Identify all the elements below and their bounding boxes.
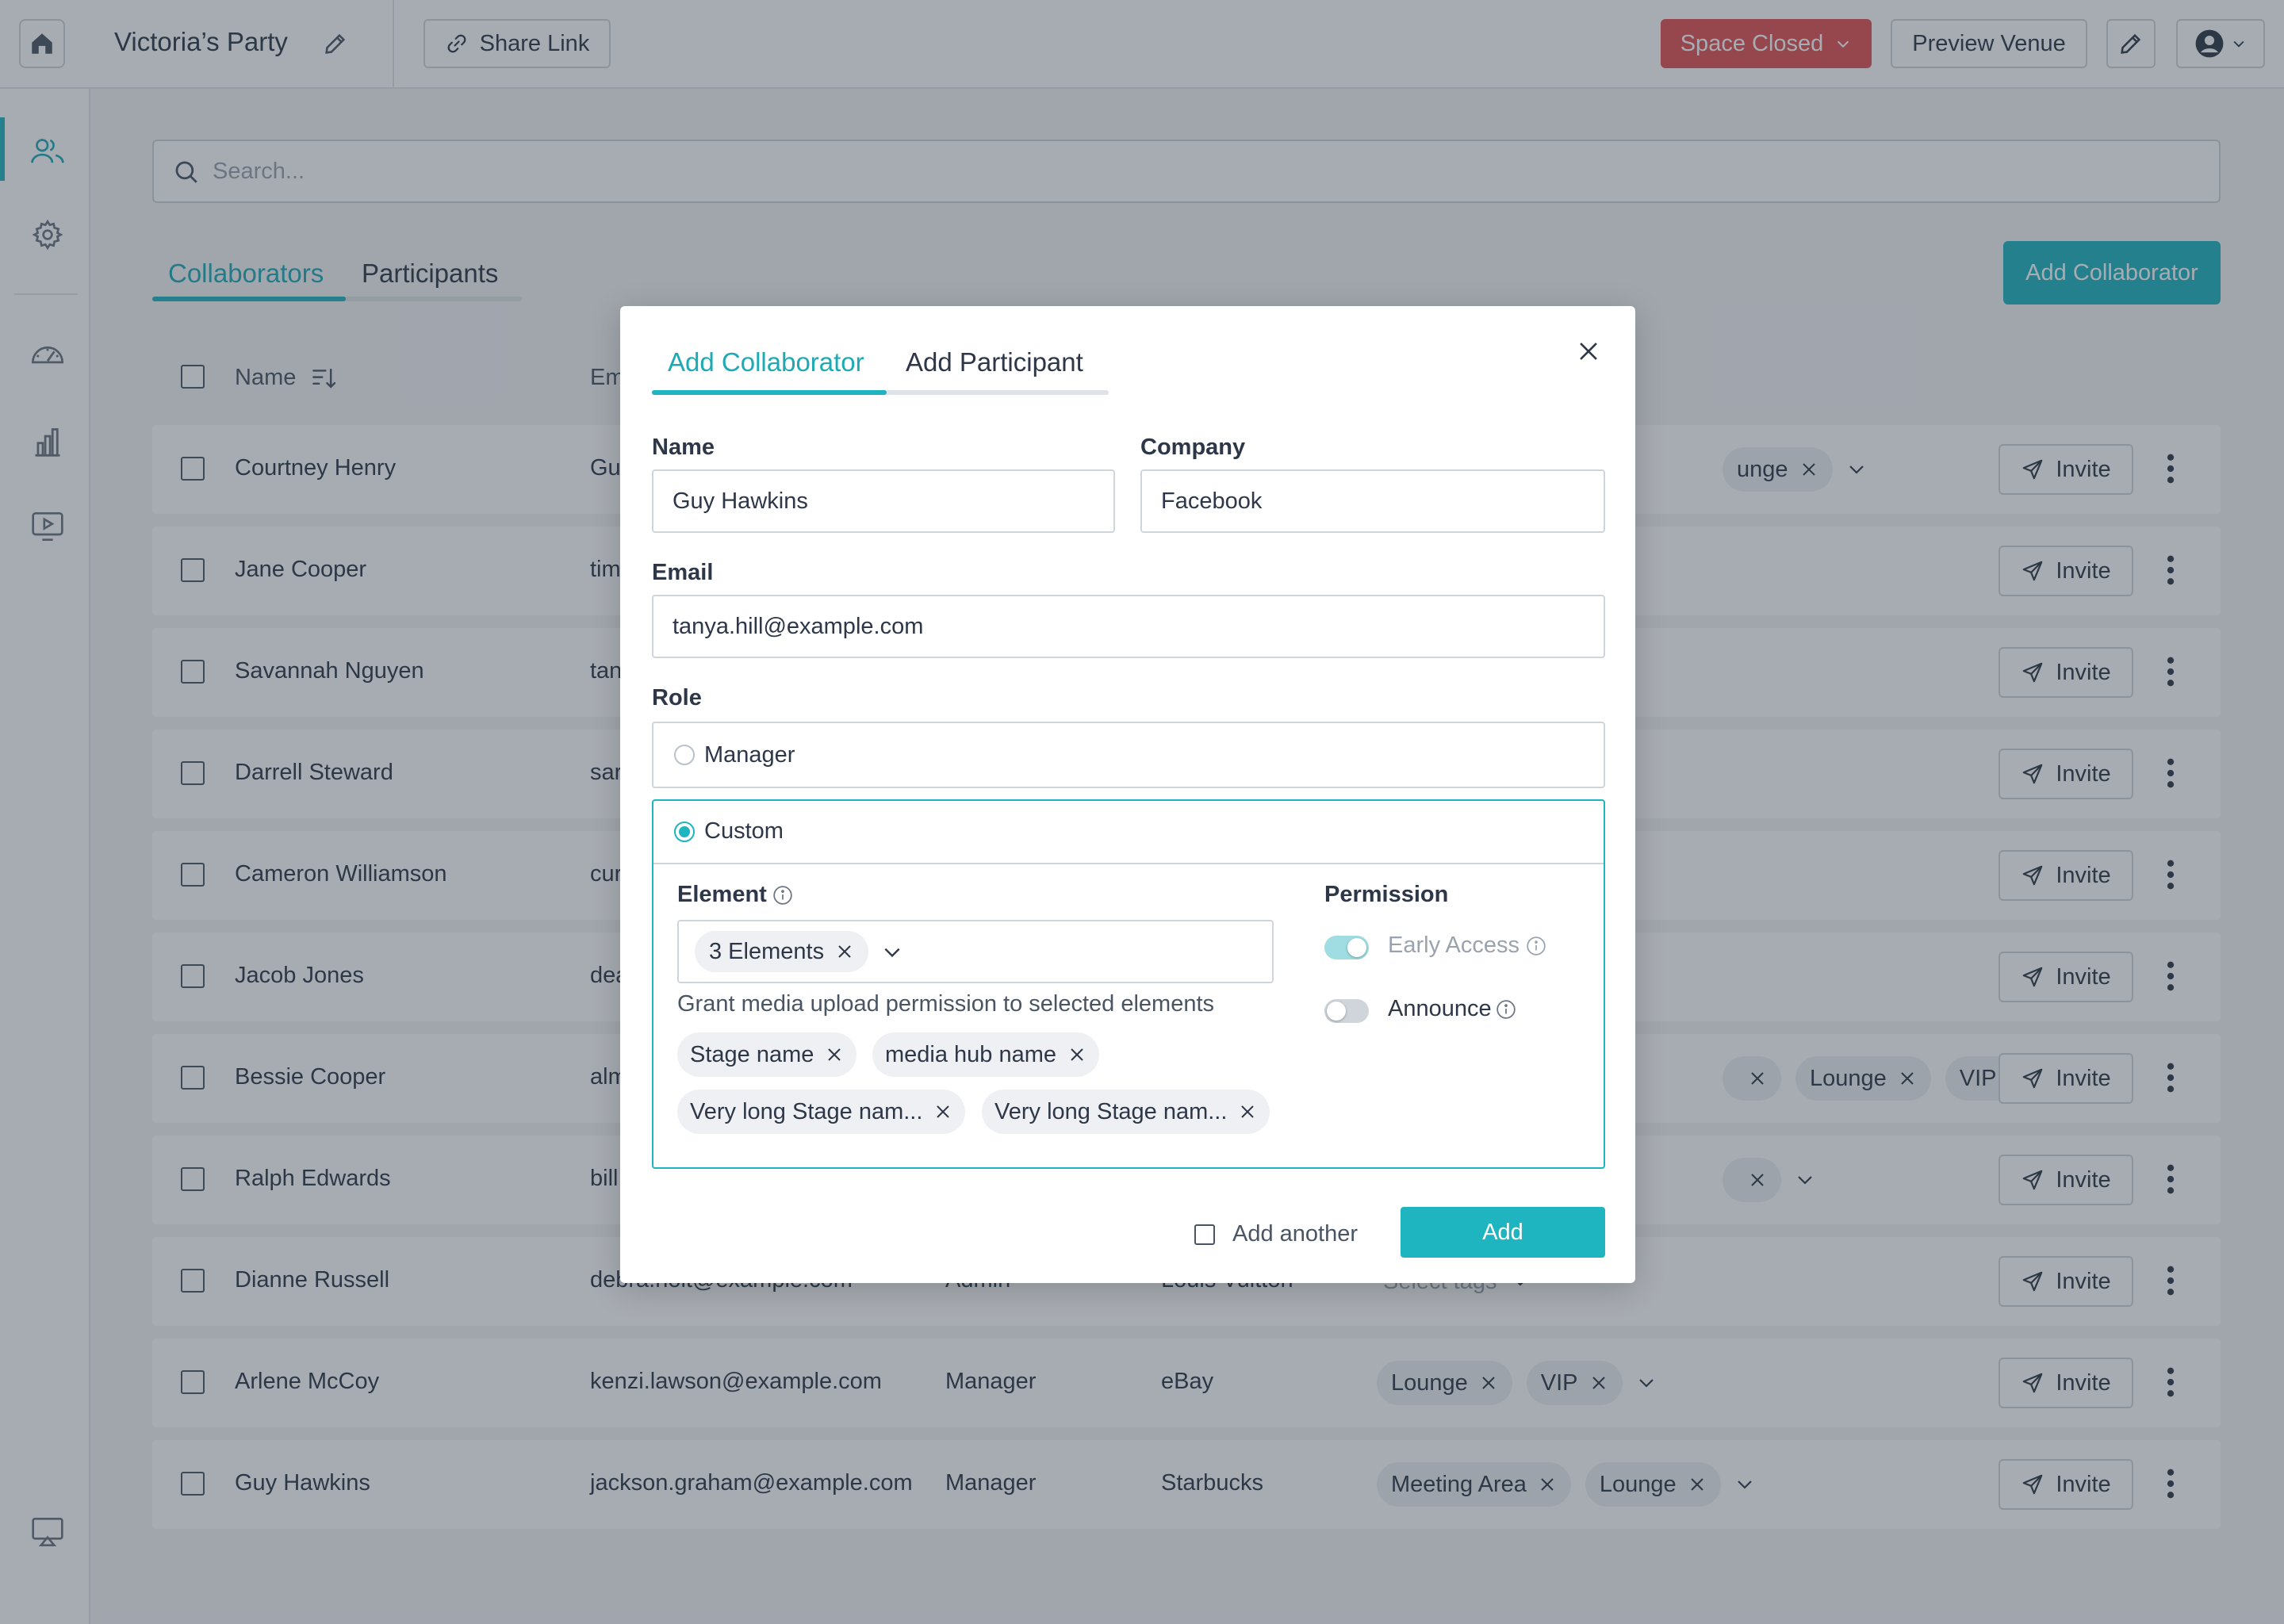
info-icon[interactable]	[1496, 999, 1516, 1020]
modal-tabs: Add Collaborator Add Participant	[652, 347, 1109, 396]
email-field-value: tanya.hill@example.com	[673, 613, 924, 639]
tabs-active-indicator	[652, 390, 887, 395]
manager-radio[interactable]	[674, 745, 695, 765]
add-collaborator-modal: Add Collaborator Add Participant Name Gu…	[620, 306, 1635, 1283]
chip-label: media hub name	[885, 1041, 1057, 1067]
clear-icon[interactable]	[835, 942, 854, 961]
info-icon[interactable]	[772, 885, 793, 906]
selected-element-chip: Stage name	[677, 1032, 857, 1077]
manager-radio-label: Manager	[704, 742, 795, 768]
custom-radio-label: Custom	[704, 818, 784, 844]
announce-label: Announce	[1388, 996, 1492, 1021]
add-button[interactable]: Add	[1401, 1207, 1605, 1258]
email-field[interactable]: tanya.hill@example.com	[652, 595, 1605, 658]
custom-radio[interactable]	[674, 822, 695, 842]
company-field[interactable]: Facebook	[1140, 469, 1605, 533]
divider	[653, 863, 1604, 864]
role-option-custom[interactable]: Custom Element 3 Elements Grant media up…	[652, 799, 1605, 1169]
remove-icon[interactable]	[1067, 1045, 1086, 1064]
company-label: Company	[1140, 435, 1246, 460]
permission-label: Permission	[1324, 882, 1449, 907]
info-icon[interactable]	[1526, 936, 1546, 956]
tab-add-collaborator[interactable]: Add Collaborator	[668, 347, 864, 377]
early-access-label: Early Access	[1388, 933, 1519, 958]
element-multiselect[interactable]: 3 Elements	[677, 920, 1274, 983]
add-another-checkbox[interactable]	[1194, 1224, 1215, 1245]
email-label: Email	[652, 560, 714, 585]
name-label: Name	[652, 435, 715, 460]
selected-element-chip: media hub name	[872, 1032, 1100, 1077]
role-option-manager[interactable]: Manager	[652, 722, 1605, 788]
chip-label: Stage name	[690, 1041, 814, 1067]
chip-label: Very long Stage nam...	[994, 1098, 1228, 1124]
selected-element-chip: Very long Stage nam...	[677, 1090, 966, 1134]
chip-label: Very long Stage nam...	[690, 1098, 923, 1124]
early-access-toggle[interactable]	[1324, 936, 1369, 959]
add-another-label: Add another	[1232, 1221, 1359, 1247]
element-label: Element	[677, 882, 767, 907]
add-another-option[interactable]: Add another	[1194, 1221, 1358, 1247]
tab-add-participant[interactable]: Add Participant	[906, 347, 1083, 377]
remove-icon[interactable]	[1238, 1102, 1257, 1121]
elements-count-chip: 3 Elements	[695, 931, 869, 972]
role-label: Role	[652, 685, 702, 710]
name-field[interactable]: Guy Hawkins	[652, 469, 1115, 533]
elements-count-label: 3 Elements	[709, 938, 825, 964]
element-hint: Grant media upload permission to selecte…	[677, 991, 1215, 1017]
remove-icon[interactable]	[933, 1102, 952, 1121]
remove-icon[interactable]	[825, 1045, 844, 1064]
company-field-value: Facebook	[1161, 488, 1263, 514]
name-field-value: Guy Hawkins	[673, 488, 808, 514]
chevron-down-icon[interactable]	[882, 944, 902, 961]
selected-element-chip: Very long Stage nam...	[982, 1090, 1270, 1134]
announce-toggle[interactable]	[1324, 999, 1369, 1023]
close-icon[interactable]	[1575, 338, 1602, 365]
